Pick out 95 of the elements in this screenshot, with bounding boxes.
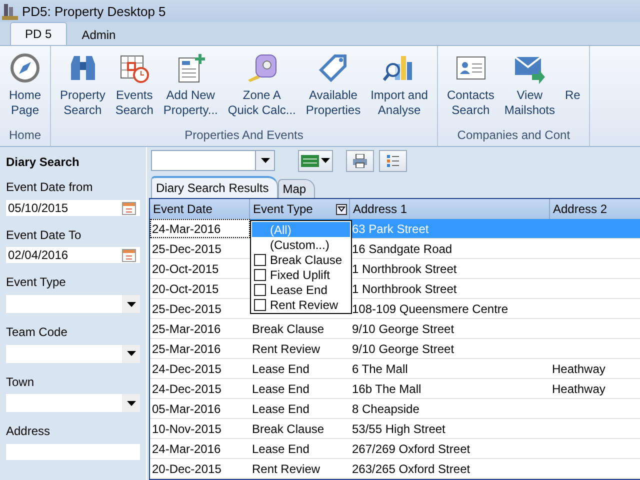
table-cell-text: 20-Oct-2015 <box>151 260 220 278</box>
table-cell-text: Lease End <box>251 400 310 418</box>
caret-icon <box>126 351 136 356</box>
table-cell-text: 8 Cheapside <box>351 400 420 418</box>
field-label: Team Code <box>6 325 68 342</box>
ribbon-button[interactable]: Contacts Search <box>442 46 500 128</box>
table-cell-text: Lease End <box>251 380 310 398</box>
group-label: Companies and Cont <box>456 128 572 144</box>
table-cell-text: Lease End <box>251 360 310 378</box>
window-title: PD5: Property Desktop 5 <box>22 4 166 18</box>
caret-icon <box>321 158 330 163</box>
calendar-icon <box>122 200 136 215</box>
field-label: Town <box>6 374 36 391</box>
app-logo-icon <box>2 2 18 20</box>
group-label: Home <box>8 128 42 144</box>
menu-item[interactable]: Fixed Uplift <box>252 267 350 282</box>
spreadsheet-icon <box>301 154 319 166</box>
menu-item[interactable]: Rent Review <box>252 297 350 312</box>
table-cell-text: 263/265 Oxford Street <box>351 460 472 478</box>
field-label: Event Date To <box>6 228 82 244</box>
table-cell-text: Lease End <box>251 440 310 458</box>
table-cell-text: 1 Northbrook Street <box>351 260 458 278</box>
compass-icon <box>9 52 41 84</box>
tape-measure-icon <box>246 52 278 84</box>
table-cell-text: 53/55 High Street <box>351 420 446 438</box>
columns-button[interactable] <box>379 150 407 172</box>
table-cell-text: 20-Oct-2015 <box>151 280 220 298</box>
date-field[interactable]: 02/04/2016 <box>6 247 140 264</box>
checkbox[interactable] <box>254 254 266 266</box>
table-cell-text: Heathway <box>551 360 606 378</box>
dropdown-field[interactable] <box>6 344 140 363</box>
group-label: Properties And Events <box>184 128 304 144</box>
table-cell-text: 05-Mar-2016 <box>151 400 222 418</box>
menu-item[interactable]: Break Clause <box>252 252 350 267</box>
field-label: Address <box>6 424 52 440</box>
ribbon-button[interactable]: Re <box>560 46 586 128</box>
table-cell-text: 16 Sandgate Road <box>351 240 454 258</box>
table-cell-text: 25-Mar-2016 <box>151 340 222 358</box>
ribbon-tab[interactable]: Admin <box>66 24 131 45</box>
caret-icon <box>126 302 136 307</box>
menu-item[interactable]: (Custom...) <box>252 237 350 252</box>
ribbon-button[interactable]: Home Page <box>4 46 46 128</box>
dropdown-field[interactable] <box>6 295 140 314</box>
table-cell: 24-Mar-2016 <box>150 219 250 238</box>
ribbon-button[interactable]: Property Search <box>55 46 110 128</box>
table-cell-text: 25-Mar-2016 <box>151 320 222 338</box>
table-cell-text: Heathway <box>551 380 606 398</box>
table-cell-text: 24-Mar-2016 <box>151 440 222 458</box>
checkbox[interactable] <box>254 268 266 280</box>
dropdown-field[interactable] <box>6 394 140 412</box>
table-cell-text: 20-Dec-2015 <box>151 460 222 478</box>
table-cell-text: 9/10 George Street <box>351 320 456 338</box>
ribbon-button[interactable]: View Mailshots <box>499 46 560 128</box>
menu-item[interactable]: Lease End <box>252 282 350 297</box>
ribbon-button[interactable]: Available Properties <box>300 46 366 128</box>
ribbon-button[interactable]: Import and Analyse <box>366 46 433 128</box>
result-tab[interactable]: Map <box>278 179 316 198</box>
calendar-icon <box>122 248 136 262</box>
checkbox[interactable] <box>254 298 266 310</box>
date-field[interactable]: 05/10/2015 <box>6 200 140 216</box>
export-button[interactable] <box>298 150 333 172</box>
print-button[interactable] <box>346 150 374 172</box>
field-label: Event Type <box>6 275 67 292</box>
table-cell-text: Break Clause <box>251 320 326 338</box>
table-cell-text: 10-Nov-2015 <box>151 420 222 438</box>
printer-icon <box>352 154 368 168</box>
filter-icon[interactable] <box>336 204 347 214</box>
table-cell-text: Rent Review <box>251 340 322 358</box>
result-tab[interactable]: Diary Search Results <box>151 176 278 198</box>
ribbon-button[interactable]: Events Search <box>110 46 158 128</box>
table-cell-text: 25-Dec-2015 <box>151 300 222 318</box>
list-icon <box>386 154 400 168</box>
table-cell-text: 16b The Mall <box>351 380 422 398</box>
table-cell-text: 63 Park Street <box>351 220 430 238</box>
input-field[interactable] <box>6 444 140 460</box>
table-cell-text: 6 The Mall <box>351 360 409 378</box>
ribbon-button[interactable]: Zone A Quick Calc... <box>222 46 301 128</box>
table-cell-text: Rent Review <box>251 460 322 478</box>
table-cell-text: 24-Dec-2015 <box>151 380 222 398</box>
caret-icon <box>260 158 270 163</box>
table-cell-text: 108-109 Queensmere Centre <box>351 300 510 318</box>
tag-icon <box>317 52 350 84</box>
table-cell-text: 25-Dec-2015 <box>151 240 222 258</box>
table-cell-text: Break Clause <box>251 420 326 438</box>
table-cell-text: 267/269 Oxford Street <box>351 440 472 458</box>
table-cell-text: 1 Northbrook Street <box>351 280 458 298</box>
table-cell-text: 9/10 George Street <box>351 340 456 358</box>
field-label: Event Date from <box>6 180 94 196</box>
ribbon-tab[interactable]: PD 5 <box>10 22 67 45</box>
combo-field[interactable] <box>151 150 275 171</box>
checkbox[interactable] <box>254 284 266 296</box>
table-cell-text: 24-Dec-2015 <box>151 360 222 378</box>
panel-title: Diary Search <box>6 155 80 169</box>
caret-icon <box>126 400 136 406</box>
ribbon-button[interactable]: Add New Property... <box>158 46 223 128</box>
